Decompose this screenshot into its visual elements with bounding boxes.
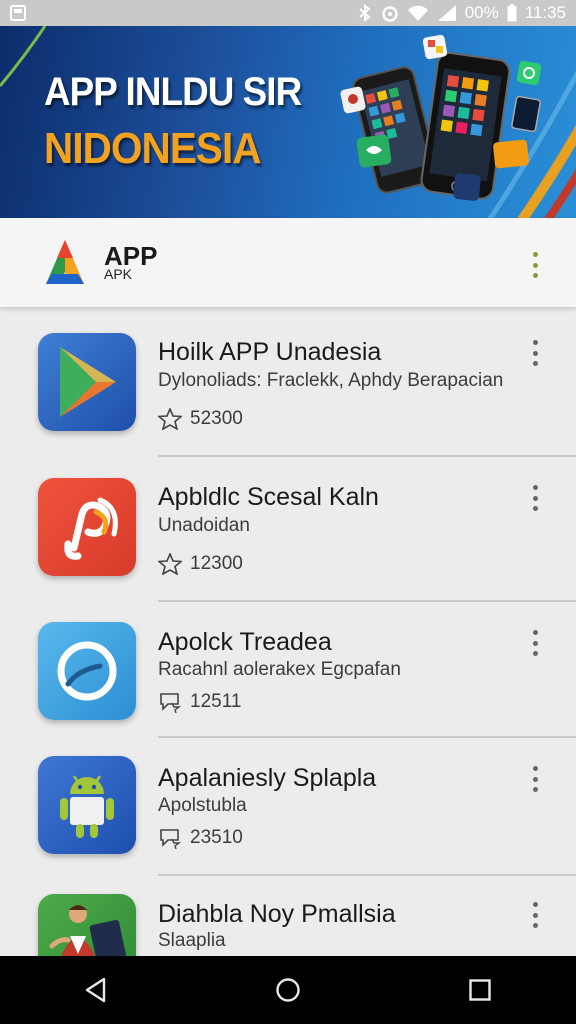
- clock-time: 11:35: [524, 3, 566, 22]
- list-item[interactable]: Apalaniesly Splapla Apolstubla 23510: [0, 738, 576, 876]
- promo-banner[interactable]: APP INLDU SIR NIDONESIA: [0, 26, 576, 218]
- navigation-bar: [0, 956, 576, 1024]
- app-description: Racahnl aolerakex Egcpafan: [158, 659, 401, 680]
- banner-title-line2: NIDONESIA: [44, 124, 262, 173]
- ring-logo-icon: [38, 622, 136, 720]
- gallery-icon: [10, 5, 28, 21]
- play-triangle-icon: [38, 333, 136, 431]
- item-overflow-menu-icon[interactable]: [526, 340, 544, 366]
- rating-row: 23510: [158, 827, 243, 849]
- wifi-icon: [407, 4, 429, 22]
- alarm-icon: [381, 4, 399, 22]
- item-overflow-menu-icon[interactable]: [526, 766, 544, 792]
- recents-icon[interactable]: [460, 970, 500, 1010]
- back-icon[interactable]: [76, 970, 116, 1010]
- rating-count: 12511: [190, 691, 242, 712]
- star-icon: [158, 408, 182, 430]
- header-overflow-menu-icon[interactable]: [526, 250, 544, 280]
- app-description: Dylonoliads: Fraclekk, Aphdy Berapacian: [158, 370, 504, 391]
- app-description: Apolstubla: [158, 795, 247, 816]
- list-item[interactable]: Apolck Treadea Racahnl aolerakex Egcpafa…: [0, 602, 576, 738]
- home-icon[interactable]: [268, 970, 308, 1010]
- app-name: Apolck Treadea: [158, 628, 332, 656]
- status-bar: 00% 11:35: [0, 0, 576, 26]
- rating-count: 12300: [190, 553, 243, 574]
- android-robot-icon: [38, 756, 136, 854]
- app-logo-icon[interactable]: [38, 236, 92, 290]
- app-name: Diahbla Noy Pmallsia: [158, 900, 396, 928]
- rating-row: 52300: [158, 408, 243, 430]
- app-description: Slaaplia: [158, 930, 226, 951]
- battery-icon: [507, 4, 517, 22]
- app-list: Hoilk APP Unadesia Dylonoliads: Fraclekk…: [0, 312, 576, 956]
- swirl-logo-icon: [38, 478, 136, 576]
- rating-count: 23510: [190, 827, 243, 848]
- app-name: Apalaniesly Splapla: [158, 764, 377, 792]
- chat-star-icon: [160, 829, 182, 849]
- list-item[interactable]: Diahbla Noy Pmallsia Slaaplia: [0, 876, 576, 956]
- rating-row: 12300: [158, 553, 243, 575]
- list-item[interactable]: Hoilk APP Unadesia Dylonoliads: Fraclekk…: [0, 312, 576, 457]
- rating-count: 52300: [190, 408, 243, 429]
- battery-percent: 00%: [464, 3, 499, 22]
- banner-title-line1: APP INLDU SIR: [44, 70, 302, 114]
- bluetooth-icon: [357, 4, 373, 22]
- brand-subtitle: APK: [104, 266, 133, 282]
- signal-icon: [437, 4, 457, 22]
- item-overflow-menu-icon[interactable]: [526, 630, 544, 656]
- app-name: Apbldlc Scesal Kaln: [158, 483, 379, 511]
- app-name: Hoilk APP Unadesia: [158, 338, 382, 366]
- app-description: Unadoidan: [158, 515, 250, 536]
- list-item[interactable]: Apbldlc Scesal Kaln Unadoidan 12300: [0, 457, 576, 602]
- rating-row: 12511: [158, 691, 241, 713]
- item-overflow-menu-icon[interactable]: [526, 485, 544, 511]
- chat-star-icon: [160, 693, 182, 713]
- person-avatar-icon: [38, 894, 136, 956]
- item-overflow-menu-icon[interactable]: [526, 902, 544, 928]
- star-icon: [158, 553, 182, 575]
- smartphones-illustration: [340, 34, 542, 201]
